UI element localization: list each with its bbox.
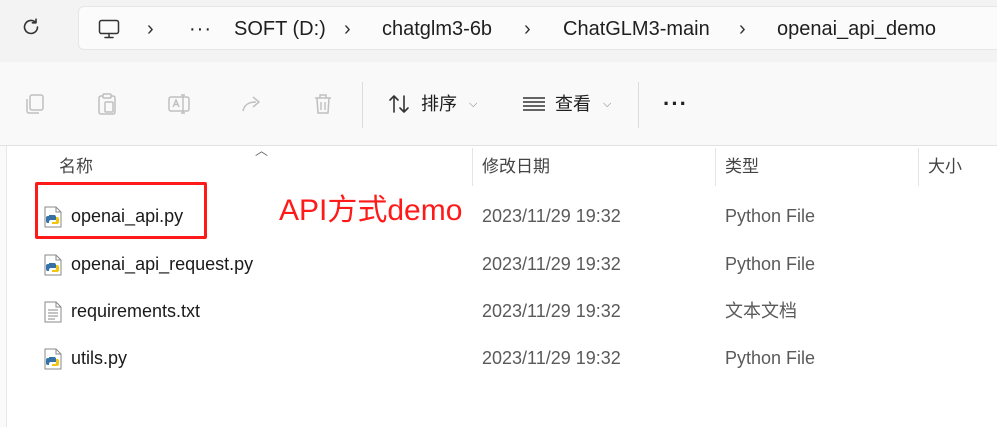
python-file-icon	[44, 254, 62, 276]
breadcrumb-chevron-icon[interactable]: ›	[147, 7, 154, 51]
breadcrumb-chatglm3-6b[interactable]: chatglm3-6b	[382, 7, 492, 51]
this-pc-icon	[98, 19, 120, 39]
file-name: requirements.txt	[71, 301, 201, 321]
rename-button[interactable]	[165, 90, 193, 118]
trash-icon	[315, 94, 331, 114]
view-label: 查看	[555, 94, 591, 114]
breadcrumb-chevron-icon[interactable]: ›	[739, 7, 746, 51]
column-divider[interactable]	[472, 148, 473, 186]
file-row[interactable]: openai_api_request.py 2023/11/29 19:32 P…	[40, 241, 997, 287]
annotation-label: API方式demo	[279, 194, 463, 227]
column-divider[interactable]	[918, 148, 919, 186]
share-icon	[242, 96, 260, 112]
file-type: Python File	[725, 348, 816, 368]
delete-button[interactable]	[309, 90, 337, 118]
more-options-button[interactable]: ···	[663, 90, 688, 118]
address-bar-row: › ··· SOFT (D:) › chatglm3-6b › ChatGLM3…	[0, 0, 997, 62]
column-header-size[interactable]: 大小	[928, 146, 962, 188]
file-modified: 2023/11/29 19:32	[482, 206, 621, 226]
column-divider[interactable]	[715, 148, 716, 186]
chevron-down-icon: ⌵	[603, 98, 612, 110]
file-name: openai_api_request.py	[71, 254, 254, 274]
view-button[interactable]: 查看 ⌵	[521, 90, 611, 118]
toolbar-divider	[638, 82, 639, 128]
file-type: Python File	[725, 254, 816, 274]
python-file-icon	[44, 348, 62, 370]
sort-label: 排序	[421, 94, 457, 114]
file-row[interactable]: utils.py 2023/11/29 19:32 Python File	[40, 335, 997, 381]
chevron-down-icon: ⌵	[469, 98, 478, 110]
file-name: utils.py	[71, 348, 128, 368]
address-bar[interactable]: › ··· SOFT (D:) › chatglm3-6b › ChatGLM3…	[78, 6, 997, 50]
breadcrumb-current-folder[interactable]: openai_api_demo	[777, 7, 936, 51]
sort-button[interactable]: 排序 ⌵	[387, 90, 477, 118]
copy-icon	[26, 94, 44, 114]
file-row[interactable]: requirements.txt 2023/11/29 19:32 文本文档	[40, 288, 997, 334]
column-header-type[interactable]: 类型	[725, 146, 759, 188]
file-modified: 2023/11/29 19:32	[482, 254, 621, 274]
copy-button[interactable]	[21, 90, 49, 118]
refresh-button[interactable]	[18, 14, 44, 40]
file-type: 文本文档	[725, 301, 797, 321]
rename-icon	[168, 94, 190, 114]
annotation-highlight-box	[35, 182, 207, 239]
text-file-icon	[44, 301, 62, 323]
sort-ascending-icon: ︿	[255, 143, 269, 158]
breadcrumb-chevron-icon[interactable]: ›	[524, 7, 531, 51]
file-modified: 2023/11/29 19:32	[482, 301, 621, 321]
refresh-icon	[23, 18, 39, 35]
view-list-icon	[523, 97, 545, 111]
breadcrumb-overflow[interactable]: ···	[189, 7, 212, 51]
breadcrumb-drive[interactable]: SOFT (D:)	[234, 7, 326, 51]
command-bar: 排序 ⌵ 查看 ⌵ ···	[0, 62, 997, 146]
share-button[interactable]	[238, 90, 266, 118]
file-modified: 2023/11/29 19:32	[482, 348, 621, 368]
paste-button[interactable]	[93, 90, 121, 118]
navigation-pane-edge	[0, 146, 7, 427]
column-header-modified[interactable]: 修改日期	[482, 146, 550, 188]
breadcrumb-chevron-icon[interactable]: ›	[344, 7, 351, 51]
file-type: Python File	[725, 206, 816, 226]
toolbar-divider	[362, 82, 363, 128]
sort-icon	[389, 95, 409, 113]
breadcrumb-chatglm3-main[interactable]: ChatGLM3-main	[563, 7, 710, 51]
paste-icon	[98, 93, 116, 115]
